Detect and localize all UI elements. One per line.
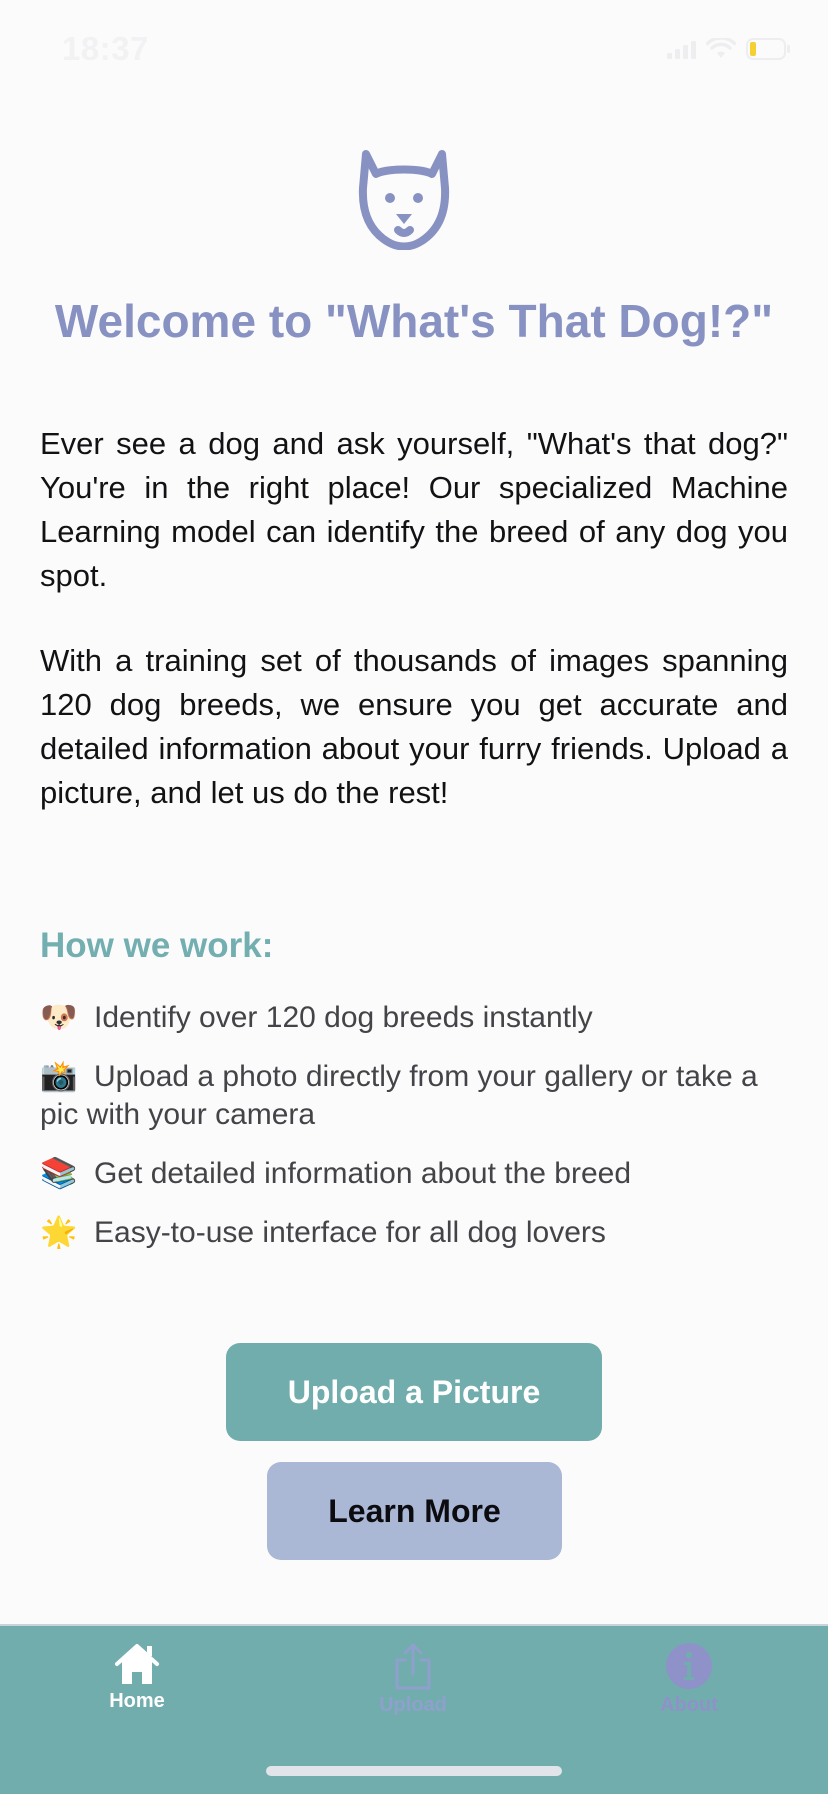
tab-home-label: Home — [109, 1690, 165, 1712]
tab-home[interactable]: Home — [57, 1642, 217, 1732]
feature-item: 📚 Get detailed information about the bree… — [40, 1155, 780, 1193]
feature-item: 🐶 Identify over 120 dog breeds instantly — [40, 999, 780, 1037]
star-emoji-icon: 🌟 — [40, 1215, 78, 1250]
feature-text: Easy-to-use interface for all dog lovers — [94, 1216, 606, 1249]
feature-text: Get detailed information about the breed — [94, 1157, 632, 1190]
books-emoji-icon: 📚 — [40, 1156, 78, 1191]
how-we-work-heading: How we work: — [40, 926, 274, 965]
welcome-title: Welcome to "What's That Dog!?" — [54, 295, 774, 347]
status-bar: 18:37 — [0, 0, 828, 96]
house-icon — [115, 1644, 159, 1684]
info-icon — [666, 1643, 712, 1689]
status-icons — [667, 38, 792, 60]
feature-text: Upload a photo directly from your galler… — [40, 1060, 758, 1131]
share-upload-icon — [395, 1643, 431, 1690]
dog-face-icon — [354, 144, 454, 251]
tab-upload-label: Upload — [379, 1694, 447, 1716]
home-indicator — [266, 1766, 562, 1776]
training-paragraph: With a training set of thousands of imag… — [40, 643, 788, 810]
dog-emoji-icon: 🐶 — [40, 1000, 78, 1035]
feature-item: 📸 Upload a photo directly from your galle… — [40, 1058, 780, 1134]
intro-paragraph: Ever see a dog and ask yourself, "What's… — [40, 426, 788, 593]
battery-icon — [746, 38, 792, 60]
tab-bar: Home Upload About — [0, 1624, 828, 1794]
tab-about-label: About — [660, 1694, 718, 1716]
tab-upload[interactable]: Upload — [333, 1642, 493, 1732]
tab-about[interactable]: About — [609, 1642, 769, 1732]
wifi-icon — [706, 38, 736, 60]
learn-more-button[interactable]: Learn More — [267, 1462, 562, 1560]
status-time: 18:37 — [62, 30, 149, 67]
camera-emoji-icon: 📸 — [40, 1059, 78, 1094]
feature-item: 🌟 Easy-to-use interface for all dog lover… — [40, 1214, 780, 1252]
feature-text: Identify over 120 dog breeds instantly — [94, 1001, 593, 1034]
upload-picture-button[interactable]: Upload a Picture — [226, 1343, 602, 1441]
cellular-signal-icon — [667, 39, 696, 59]
